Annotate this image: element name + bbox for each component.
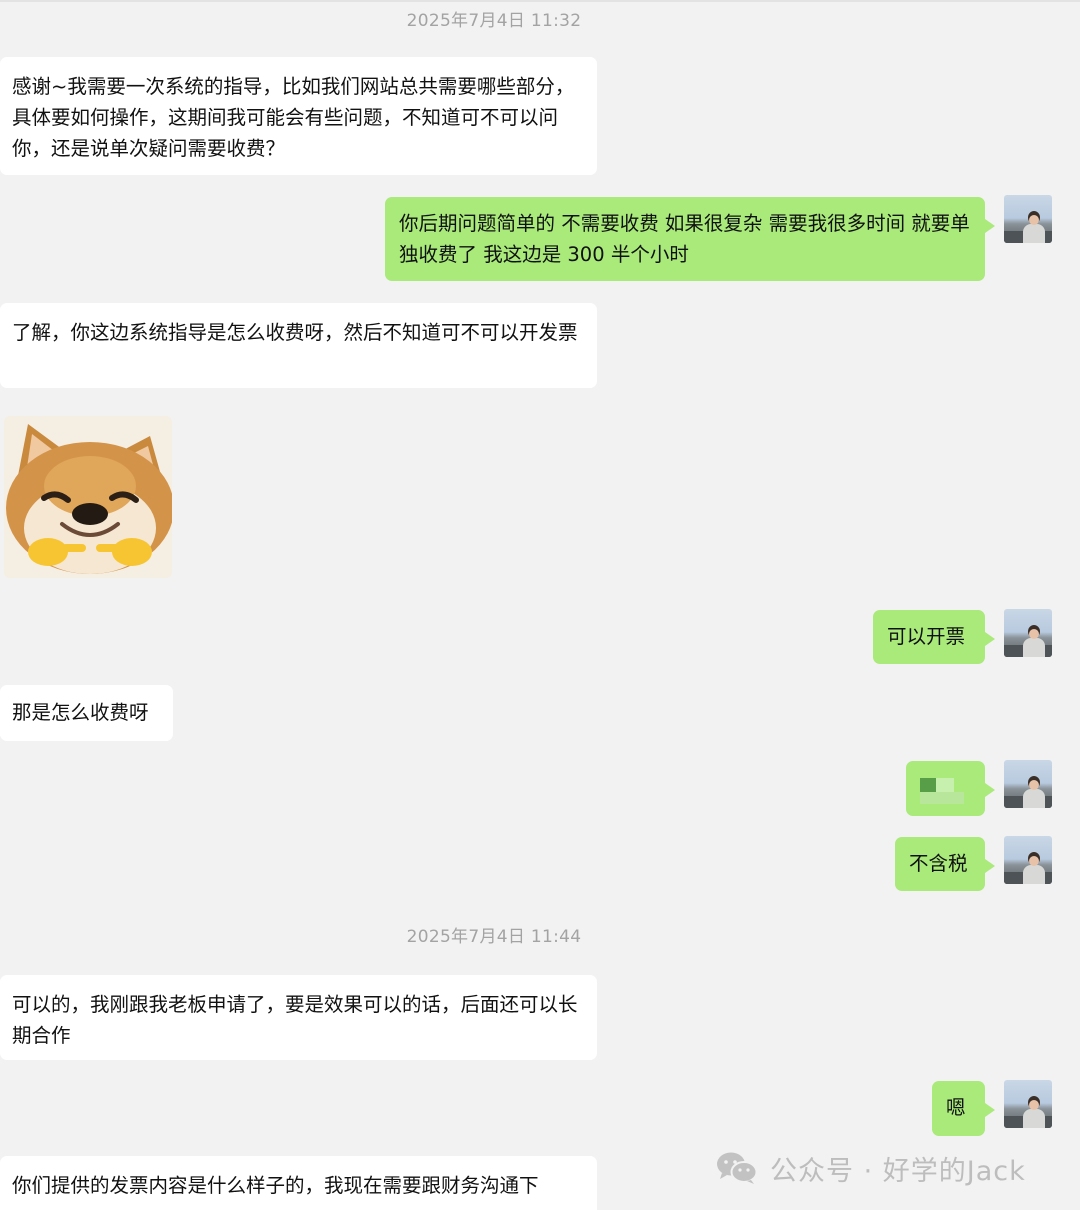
avatar[interactable] [1004, 760, 1052, 808]
outgoing-message[interactable]: 嗯 [932, 1081, 995, 1136]
avatar[interactable] [1004, 609, 1052, 657]
redacted-content [920, 778, 966, 806]
avatar[interactable] [1004, 1080, 1052, 1128]
avatar[interactable] [1004, 836, 1052, 884]
shiba-sticker-image[interactable] [4, 416, 172, 578]
timestamp: 2025年7月4日 11:32 [406, 11, 582, 31]
timestamp: 2025年7月4日 11:44 [406, 927, 582, 947]
incoming-message[interactable]: 你们提供的发票内容是什么样子的，我现在需要跟财务沟通下 [0, 1156, 597, 1210]
incoming-message[interactable]: 感谢~我需要一次系统的指导，比如我们网站总共需要哪些部分，具体要如何操作，这期间… [0, 57, 597, 175]
outgoing-message[interactable]: 你后期问题简单的 不需要收费 如果很复杂 需要我很多时间 就要单独收费了 我这边… [385, 197, 995, 281]
incoming-message[interactable]: 了解，你这边系统指导是怎么收费呀，然后不知道可不可以开发票 [0, 303, 597, 388]
wechat-icon [717, 1152, 758, 1184]
outgoing-message[interactable]: 可以开票 [873, 610, 995, 664]
avatar[interactable] [1004, 195, 1052, 243]
outgoing-message[interactable]: 不含税 [895, 837, 995, 891]
watermark-text: 公众号 · 好学的Jack [770, 1155, 1026, 1187]
incoming-message[interactable]: 那是怎么收费呀 [0, 685, 173, 741]
incoming-message[interactable]: 可以的，我刚跟我老板申请了，要是效果可以的话，后面还可以长期合作 [0, 975, 597, 1060]
top-divider [0, 0, 1080, 2]
watermark: 公众号 · 好学的Jack [716, 1148, 1026, 1188]
